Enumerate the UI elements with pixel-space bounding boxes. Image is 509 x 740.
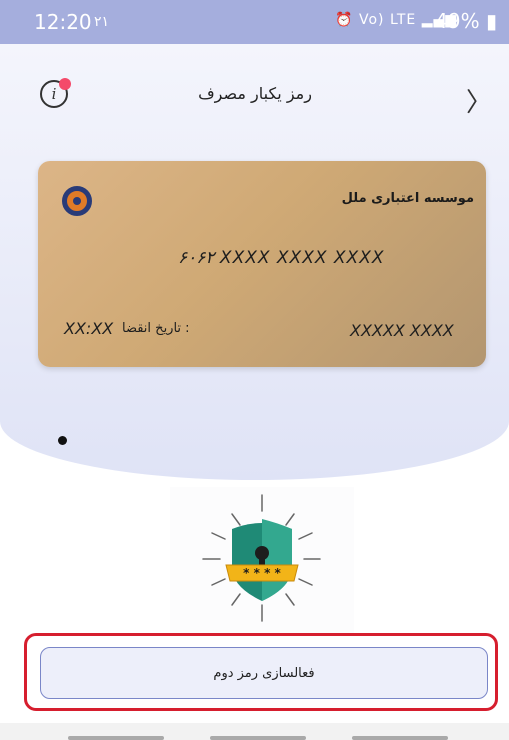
system-navigation-bar [0,723,509,740]
card-holder-name: XXXXX XXXX [350,321,454,340]
battery-indicator: 49% ▮ [435,9,497,33]
status-time: 12:20 [34,10,92,34]
card-expiry-value: XX:XX [64,319,114,338]
notification-dot [59,78,71,90]
carousel-indicator [58,436,67,445]
page-title: رمز یکبار مصرف [198,84,312,103]
status-date: ۲۱ [94,14,110,30]
activate-second-password-button[interactable]: فعالسازی رمز دوم [40,647,488,699]
nav-back-button[interactable] [352,736,448,740]
alarm-icon: ⏰ [335,12,354,28]
lte-text: Vo) LTE [358,12,417,28]
shield-lock-icon: * * * * [202,494,321,622]
bank-logo-icon [62,186,92,216]
bank-name: موسسه اعتباری ملل [341,191,474,206]
card-expiry-label: تاریخ انقضا : [122,321,190,336]
shield-illustration: * * * * [170,487,354,635]
card-number: ۶۰۶۲ XXXX XXXX XXXX [178,248,385,268]
bank-card[interactable]: موسسه اعتباری ملل ۶۰۶۲ XXXX XXXX XXXX XX… [38,161,486,367]
nav-recents-button[interactable] [68,736,164,740]
battery-percent: 49% [435,9,480,33]
nav-home-button[interactable] [210,736,306,740]
back-chevron-icon[interactable]: 〉 [466,82,492,119]
password-stars: * * * * [243,566,281,580]
battery-icon: ▮ [485,9,497,33]
status-bar: 12:20 ۲۱ ⏰ Vo) LTE ▂▄▆ 49% ▮ [0,0,509,44]
